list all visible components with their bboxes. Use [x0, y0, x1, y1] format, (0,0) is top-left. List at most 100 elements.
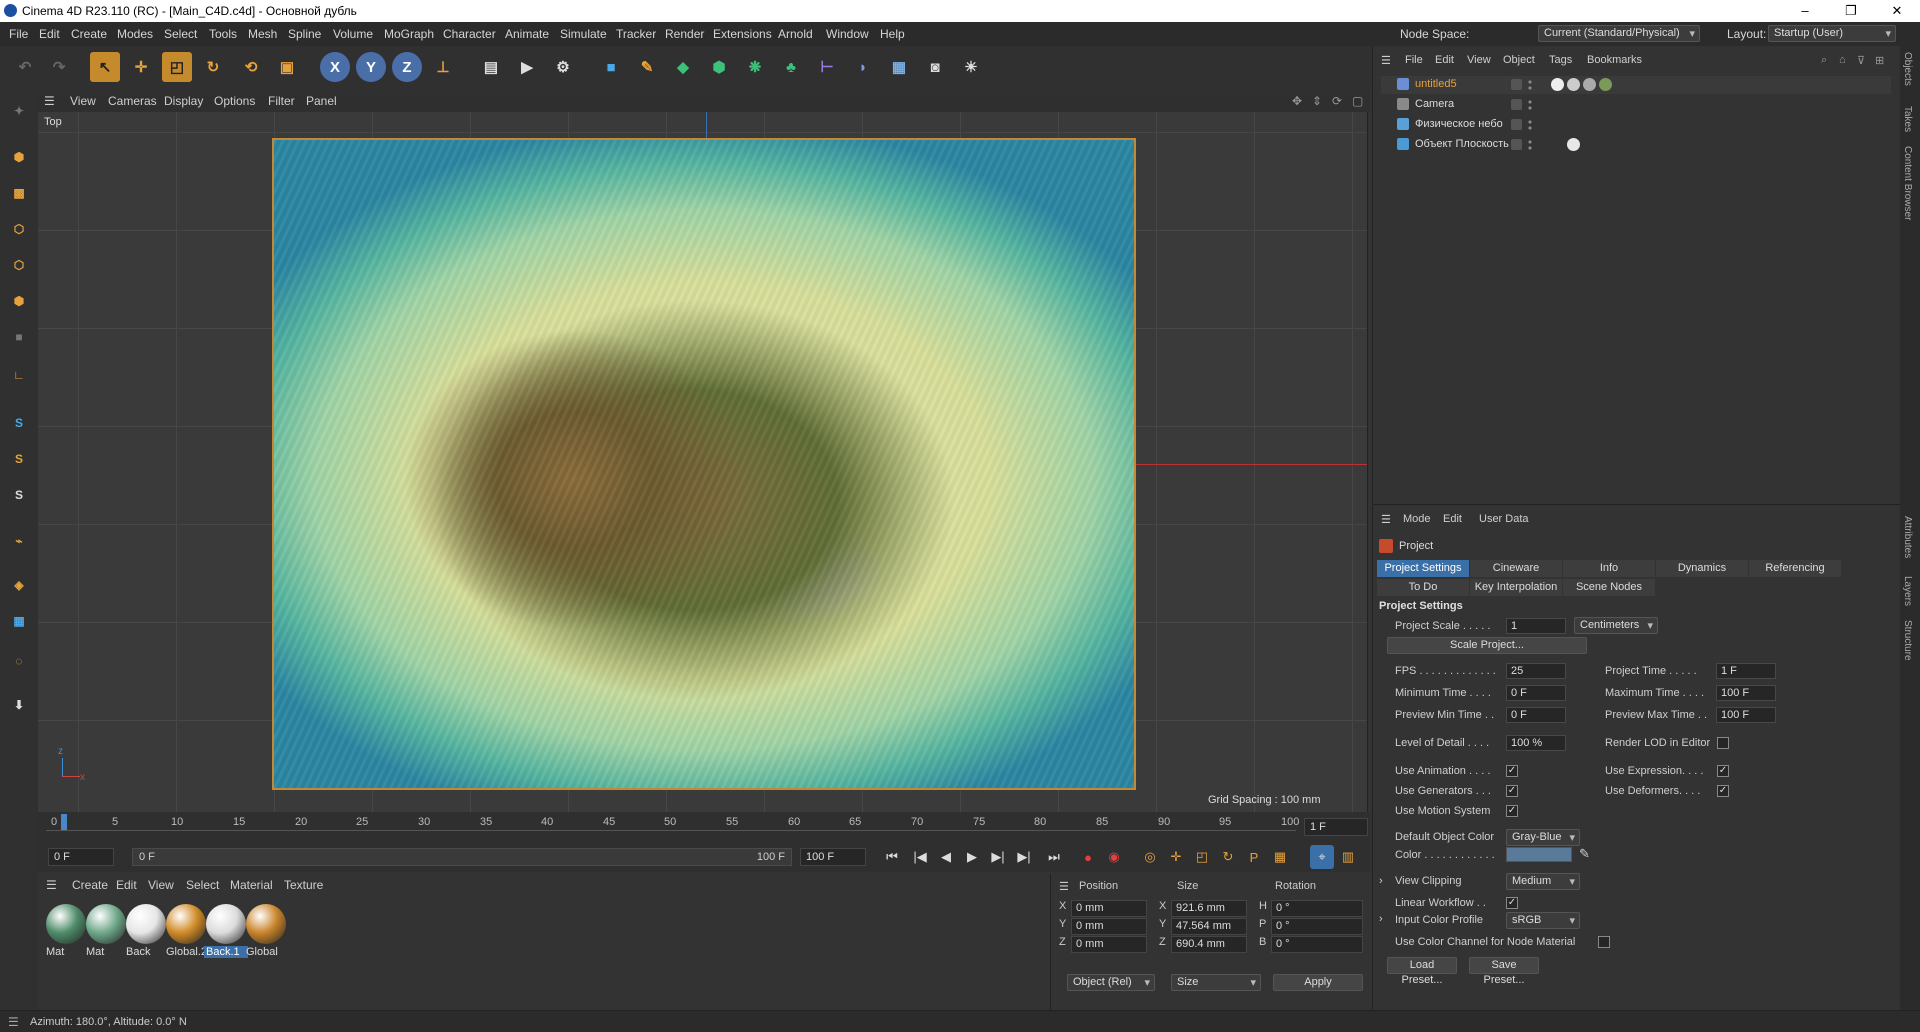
use-generators-checkbox[interactable]: ✓	[1506, 785, 1518, 797]
key-parameter-icon[interactable]: P	[1242, 845, 1266, 869]
tab-key-interpolation[interactable]: Key Interpolation	[1470, 579, 1562, 596]
coords-menu-icon[interactable]: ☰	[1059, 880, 1069, 893]
go-to-start-icon[interactable]: ⏮	[880, 845, 904, 869]
side-tab-objects[interactable]: Objects	[1902, 52, 1913, 86]
orbit-icon[interactable]: ⟳	[1332, 94, 1342, 108]
view-clipping-dropdown[interactable]: Medium	[1506, 873, 1580, 890]
material-tag-icon[interactable]	[1567, 138, 1580, 151]
size-field[interactable]: 690.4 mm	[1171, 936, 1247, 953]
use-color-channel-checkbox[interactable]	[1598, 936, 1610, 948]
expand-arrow-icon[interactable]: ›	[1379, 875, 1383, 887]
search-icon[interactable]: ⌕	[1821, 54, 1827, 67]
apply-button[interactable]: Apply	[1273, 974, 1363, 991]
menu-volume[interactable]: Volume	[333, 27, 373, 41]
locked-workplane-icon[interactable]: ◈	[4, 570, 34, 600]
status-menu-icon[interactable]: ☰	[8, 1015, 19, 1029]
floor-icon[interactable]: ▦	[884, 52, 914, 82]
record-icon[interactable]: ●	[1076, 845, 1100, 869]
quantize-icon[interactable]: S	[4, 480, 34, 510]
min-time-field[interactable]: 0 F	[1506, 685, 1566, 701]
world-coords-icon[interactable]: ⊥	[428, 52, 458, 82]
layer-dots-icon[interactable]	[1527, 99, 1533, 111]
menu-help[interactable]: Help	[880, 27, 905, 41]
current-frame-field[interactable]: 1 F	[1304, 818, 1368, 836]
visibility-icon[interactable]	[1511, 139, 1522, 150]
points-mode-icon[interactable]: ⬡	[4, 214, 34, 244]
workplane-icon[interactable]: ⌁	[4, 526, 34, 556]
key-pla-icon[interactable]: ▦	[1268, 845, 1292, 869]
key-scale-icon[interactable]: ◰	[1190, 845, 1214, 869]
uv-mode-icon[interactable]: ■	[4, 322, 34, 352]
menu-modes[interactable]: Modes	[117, 27, 153, 41]
tab-cineware[interactable]: Cineware	[1470, 560, 1562, 577]
side-tab-content-browser[interactable]: Content Browser	[1902, 146, 1913, 220]
menu-edit[interactable]: Edit	[39, 27, 60, 41]
menu-arnold[interactable]: Arnold	[778, 27, 813, 41]
menu-simulate[interactable]: Simulate	[560, 27, 607, 41]
menu-tools[interactable]: Tools	[209, 27, 237, 41]
visibility-icon[interactable]	[1511, 119, 1522, 130]
object-row[interactable]: Физическое небо	[1381, 116, 1891, 134]
render-lod-checkbox[interactable]	[1717, 737, 1729, 749]
menu-spline[interactable]: Spline	[288, 27, 321, 41]
side-tab-attributes[interactable]: Attributes	[1902, 516, 1913, 558]
use-deformers-checkbox[interactable]: ✓	[1717, 785, 1729, 797]
mat-menu-create[interactable]: Create	[72, 878, 108, 892]
menu-file[interactable]: File	[9, 27, 28, 41]
filter-icon[interactable]: ⊽	[1857, 54, 1865, 67]
menu-extensions[interactable]: Extensions	[713, 27, 772, 41]
eyedropper-icon[interactable]: ✎	[1579, 846, 1590, 862]
axis-mode-icon[interactable]: ∟	[4, 360, 34, 390]
polygons-mode-icon[interactable]: ⬢	[4, 286, 34, 316]
snap-icon[interactable]: S	[4, 408, 34, 438]
tab-to-do[interactable]: To Do	[1377, 579, 1469, 596]
x-axis-lock-icon[interactable]: X	[320, 52, 350, 82]
mat-menu-view[interactable]: View	[148, 878, 174, 892]
mat-menu-material[interactable]: Material	[230, 878, 273, 892]
material-swatch[interactable]: Mat	[84, 902, 128, 958]
material-swatch[interactable]: Global.2	[164, 902, 208, 958]
next-frame-icon[interactable]: ▶|	[986, 845, 1010, 869]
snap-settings-icon[interactable]: S	[4, 444, 34, 474]
cube-icon[interactable]: ■	[596, 52, 626, 82]
playhead[interactable]	[61, 814, 67, 830]
save-preset-button[interactable]: Save Preset...	[1469, 957, 1539, 986]
project-scale-field[interactable]: 1	[1506, 618, 1566, 634]
om-menu-file[interactable]: File	[1405, 54, 1423, 66]
scale-tool-icon[interactable]: ◰	[162, 52, 192, 82]
vp-menu-display[interactable]: Display	[164, 94, 203, 108]
mat-menu-edit[interactable]: Edit	[116, 878, 137, 892]
coords-size-dropdown[interactable]: Size	[1171, 974, 1261, 991]
use-expression-checkbox[interactable]: ✓	[1717, 765, 1729, 777]
side-tab-takes[interactable]: Takes	[1902, 106, 1913, 132]
preview-range-slider[interactable]: 0 F 100 F	[132, 848, 792, 866]
om-menu-object[interactable]: Object	[1503, 54, 1535, 66]
material-swatch[interactable]: Mat	[44, 902, 88, 958]
terrain-plane-object[interactable]	[272, 138, 1136, 790]
tab-dynamics[interactable]: Dynamics	[1656, 560, 1748, 577]
new-view-icon[interactable]: ⊞	[1875, 54, 1884, 67]
timeline-window-icon[interactable]: ▥	[1336, 845, 1360, 869]
material-tag-icon[interactable]	[1551, 78, 1564, 91]
rotation-field[interactable]: 0 °	[1271, 900, 1363, 917]
linear-workflow-checkbox[interactable]: ✓	[1506, 897, 1518, 909]
om-menu-tags[interactable]: Tags	[1549, 54, 1572, 66]
deformer-icon[interactable]: ⊢	[812, 52, 842, 82]
tab-scene-nodes[interactable]: Scene Nodes	[1563, 579, 1655, 596]
default-object-color-dropdown[interactable]: Gray-Blue	[1506, 829, 1580, 846]
end-frame-field[interactable]: 100 F	[800, 848, 866, 866]
key-rotation-icon[interactable]: ↻	[1216, 845, 1240, 869]
render-region-icon[interactable]: ▤	[476, 52, 506, 82]
rotation-field[interactable]: 0 °	[1271, 936, 1363, 953]
camera-icon[interactable]: ◙	[920, 52, 950, 82]
menu-tracker[interactable]: Tracker	[616, 27, 656, 41]
menu-create[interactable]: Create	[71, 27, 107, 41]
undo-icon[interactable]: ↶	[10, 52, 40, 82]
rotation-field[interactable]: 0 °	[1271, 918, 1363, 935]
go-to-end-icon[interactable]: ⏭	[1042, 845, 1066, 869]
object-row[interactable]: Объект Плоскость	[1381, 136, 1891, 154]
attr-menu-icon[interactable]: ☰	[1381, 513, 1391, 526]
z-axis-lock-icon[interactable]: Z	[392, 52, 422, 82]
y-axis-lock-icon[interactable]: Y	[356, 52, 386, 82]
extrude-generator-icon[interactable]: ⬢	[704, 52, 734, 82]
